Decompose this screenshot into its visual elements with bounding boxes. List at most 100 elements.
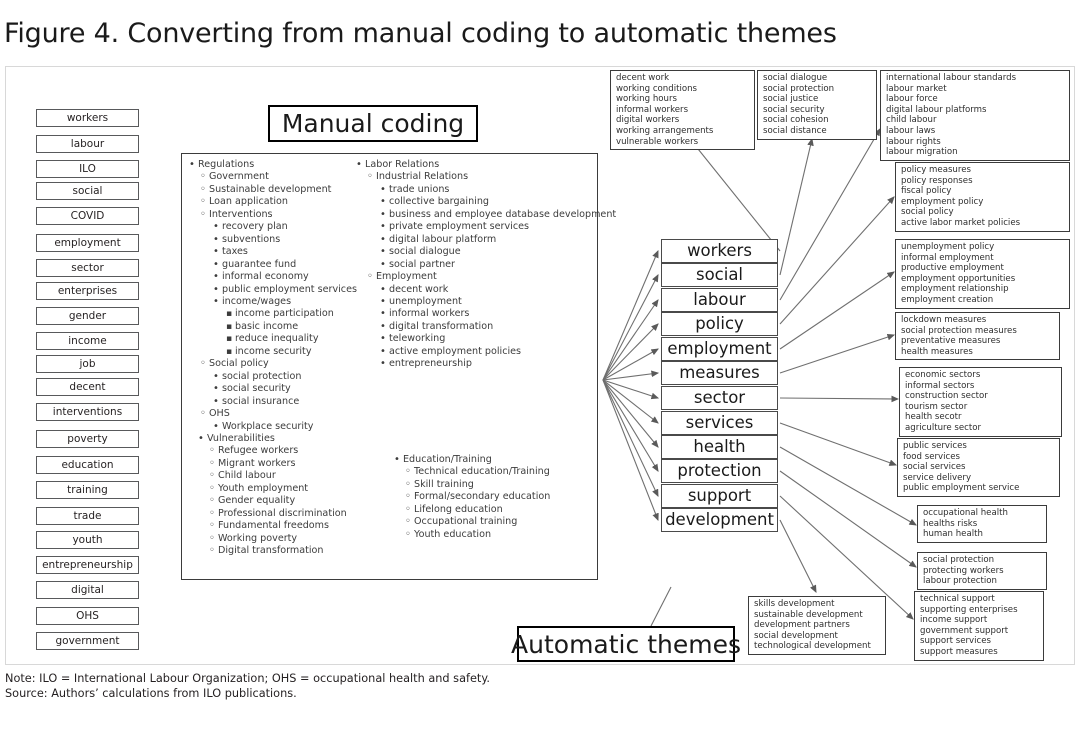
keyword-chip[interactable]: COVID bbox=[36, 207, 139, 225]
arrow-theme-to-terms bbox=[779, 470, 917, 568]
theme-box[interactable]: protection bbox=[661, 459, 778, 483]
term-box-labour-terms: international labour standards labour mar… bbox=[880, 70, 1070, 161]
term-item: fiscal policy bbox=[901, 186, 952, 197]
term-item: international labour standards bbox=[886, 73, 1017, 83]
term-item: technical support bbox=[920, 594, 995, 604]
term-item: labour force bbox=[886, 94, 938, 105]
keyword-chip[interactable]: interventions bbox=[36, 403, 139, 421]
keyword-chip[interactable]: OHS bbox=[36, 607, 139, 625]
outline-item: public employment services bbox=[189, 284, 364, 296]
outline-item: business and employee database developme… bbox=[356, 209, 616, 221]
term-box-protection-terms: social protection protecting workers labou… bbox=[917, 552, 1047, 590]
term-box-services-terms: public services food services social servi… bbox=[897, 438, 1060, 497]
figure-root: Figure 4. Converting from manual coding … bbox=[0, 0, 1080, 730]
theme-box[interactable]: social bbox=[661, 263, 778, 287]
keyword-chip[interactable]: poverty bbox=[36, 430, 139, 448]
keyword-chip[interactable]: workers bbox=[36, 109, 139, 127]
theme-box[interactable]: labour bbox=[661, 288, 778, 312]
keyword-chip[interactable]: employment bbox=[36, 234, 139, 252]
term-item: active labor market policies bbox=[901, 217, 1021, 228]
outline-item: Youth education bbox=[394, 529, 599, 541]
theme-box[interactable]: support bbox=[661, 484, 778, 508]
term-item: income support bbox=[920, 615, 988, 626]
outline-item: informal workers bbox=[356, 308, 596, 320]
keyword-chip[interactable]: trade bbox=[36, 507, 139, 525]
outline-item: Vulnerabilities bbox=[198, 433, 373, 445]
outline-item: Interventions bbox=[189, 209, 364, 221]
outline-item: Fundamental freedoms bbox=[198, 520, 373, 532]
term-item: food services bbox=[903, 451, 960, 462]
outline-item: reduce inequality bbox=[189, 333, 364, 345]
outline-item: collective bargaining bbox=[356, 196, 596, 208]
arrow-theme-to-terms bbox=[779, 519, 817, 593]
term-item: labour market bbox=[886, 83, 947, 94]
keyword-chip[interactable]: enterprises bbox=[36, 282, 139, 300]
keyword-chip[interactable]: ILO bbox=[36, 160, 139, 178]
term-item: policy responses bbox=[901, 175, 973, 186]
term-box-policy-terms: policy measures policy responses fiscal po… bbox=[895, 162, 1070, 232]
keyword-chip[interactable]: income bbox=[36, 332, 139, 350]
outline-item: social protection bbox=[189, 371, 364, 383]
outline-item: social security bbox=[189, 383, 364, 395]
term-item: social protection bbox=[923, 555, 995, 565]
outline-item: Refugee workers bbox=[198, 445, 373, 457]
figure-note: Note: ILO = International Labour Organiz… bbox=[5, 672, 491, 685]
outline-item: Formal/secondary education bbox=[394, 491, 599, 503]
outline-item: Gender equality bbox=[198, 495, 373, 507]
arrow-hub-to-theme bbox=[602, 379, 659, 448]
term-item: digital labour platforms bbox=[886, 104, 987, 115]
arrow-hub-to-theme bbox=[602, 348, 659, 381]
keyword-chip[interactable]: digital bbox=[36, 581, 139, 599]
term-item: productive employment bbox=[901, 263, 1004, 274]
theme-box[interactable]: sector bbox=[661, 386, 778, 410]
arrow-theme-to-terms bbox=[779, 271, 895, 350]
keyword-chip[interactable]: education bbox=[36, 456, 139, 474]
keyword-chip[interactable]: decent bbox=[36, 378, 139, 396]
term-box-health-terms: occupational health healths risks human he… bbox=[917, 505, 1047, 543]
term-item: informal sectors bbox=[905, 380, 975, 391]
term-item: informal employment bbox=[901, 252, 994, 263]
arrow-hub-to-theme bbox=[602, 370, 660, 381]
arrow-theme-to-terms bbox=[779, 196, 895, 325]
outline-item: digital labour platform bbox=[356, 234, 596, 246]
theme-box[interactable]: measures bbox=[661, 361, 778, 385]
term-item: economic sectors bbox=[905, 370, 981, 380]
term-item: employment relationship bbox=[901, 284, 1009, 295]
arrow-hub-to-theme bbox=[602, 379, 660, 400]
term-item: employment creation bbox=[901, 294, 994, 305]
theme-box[interactable]: policy bbox=[661, 312, 778, 336]
term-item: social protection bbox=[763, 83, 835, 94]
keyword-chip[interactable]: job bbox=[36, 355, 139, 373]
outline-item: active employment policies bbox=[356, 346, 596, 358]
term-item: public services bbox=[903, 441, 967, 451]
outline-item: Professional discrimination bbox=[198, 508, 373, 520]
term-item: informal workers bbox=[616, 104, 689, 115]
outline-item: Skill training bbox=[394, 479, 599, 491]
keyword-chip[interactable]: youth bbox=[36, 531, 139, 549]
theme-box[interactable]: employment bbox=[661, 337, 778, 361]
keyword-chip[interactable]: social bbox=[36, 182, 139, 200]
keyword-chip[interactable]: sector bbox=[36, 259, 139, 277]
theme-box[interactable]: workers bbox=[661, 239, 778, 263]
term-item: skills development bbox=[754, 599, 835, 609]
keyword-chip[interactable]: gender bbox=[36, 307, 139, 325]
theme-box[interactable]: health bbox=[661, 435, 778, 459]
outline-item: decent work bbox=[356, 284, 596, 296]
outline-item: private employment services bbox=[356, 221, 596, 233]
keyword-chip[interactable]: training bbox=[36, 481, 139, 499]
term-item: social dialogue bbox=[763, 73, 828, 83]
keyword-chip[interactable]: entrepreneurship bbox=[36, 556, 139, 574]
arrow-theme-to-terms bbox=[779, 422, 898, 466]
term-item: health secotr bbox=[905, 412, 962, 423]
theme-box[interactable]: services bbox=[661, 411, 778, 435]
outline-item: entrepreneurship bbox=[356, 358, 596, 370]
term-item: support services bbox=[920, 636, 991, 647]
keyword-chip[interactable]: labour bbox=[36, 135, 139, 153]
term-item: occupational health bbox=[923, 508, 1008, 518]
theme-box[interactable]: development bbox=[661, 508, 778, 532]
arrow-hub-to-theme bbox=[602, 379, 659, 497]
diagram-canvas: workers labour ILO social COVID employment sec… bbox=[5, 66, 1075, 665]
outline-item: Loan application bbox=[189, 196, 364, 208]
keyword-chip[interactable]: government bbox=[36, 632, 139, 650]
arrow-hub-to-theme bbox=[602, 379, 659, 522]
